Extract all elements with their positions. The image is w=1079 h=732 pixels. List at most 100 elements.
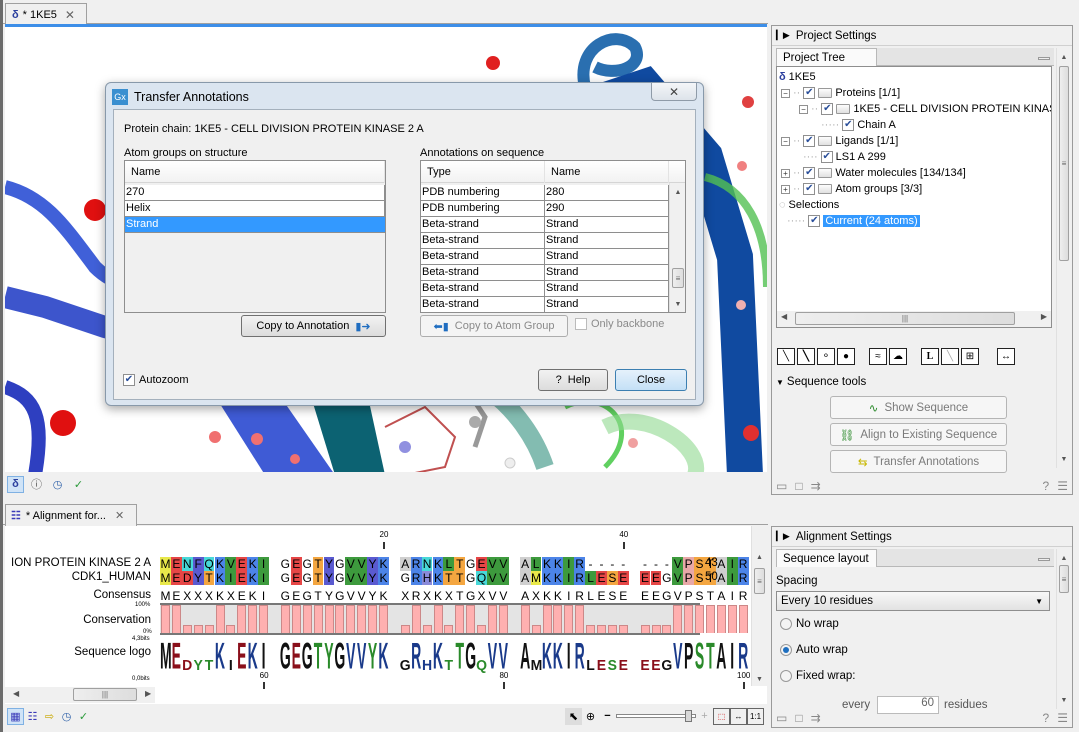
minimize-icon[interactable]	[1038, 558, 1050, 561]
residue[interactable]: V	[672, 557, 684, 571]
residue[interactable]: L	[443, 557, 455, 571]
residue[interactable]: K	[214, 557, 226, 571]
residue[interactable]: -	[661, 557, 672, 571]
table-row[interactable]: Beta-strand Strand	[421, 249, 669, 265]
copy-to-annotation-button[interactable]: Copy to Annotation ▮➜	[241, 315, 386, 337]
zoom-1-1-icon[interactable]: 1:1	[747, 707, 764, 725]
tab-project-tree[interactable]: Project Tree	[776, 48, 877, 66]
tree-node-current-selection[interactable]: ····· ✔ Current (24 atoms)	[787, 213, 920, 229]
scroll-up-arrow[interactable]: ▲	[1057, 50, 1071, 64]
scroll-thumb[interactable]: |||	[795, 312, 1015, 325]
table-row[interactable]: PDB numbering 280	[421, 185, 669, 201]
residue[interactable]: E	[170, 557, 182, 571]
minimize-icon[interactable]	[1038, 57, 1050, 60]
residue[interactable]: I	[563, 557, 575, 571]
residue[interactable]: Y	[367, 571, 378, 585]
residue[interactable]: A	[399, 557, 411, 571]
sequence-tools-section[interactable]: ▼ Sequence tools	[776, 374, 866, 390]
table-row[interactable]: Beta-strand Strand	[421, 297, 669, 312]
residue[interactable]: V	[225, 557, 237, 571]
tab-sequence-layout[interactable]: Sequence layout	[776, 549, 877, 567]
residue[interactable]: Y	[367, 557, 378, 571]
project-panel-scrollbar[interactable]: ▲ ≡ ▼	[1056, 48, 1071, 468]
collapse-icon[interactable]: −	[781, 136, 790, 146]
scroll-right-arrow[interactable]: ▶	[145, 689, 151, 698]
close-tab-icon[interactable]: ✕	[65, 8, 75, 22]
residue[interactable]: T	[454, 571, 466, 585]
residue[interactable]: P	[683, 557, 695, 571]
expand-icon[interactable]: +	[781, 184, 790, 194]
autozoom-checkbox[interactable]: ✔ Autozoom	[123, 374, 189, 386]
help-button[interactable]: ? Help	[538, 369, 608, 391]
table-row-selected[interactable]: Strand	[125, 217, 385, 233]
residue[interactable]: G	[661, 571, 673, 585]
residue[interactable]: K	[378, 557, 389, 571]
dialog-close-button[interactable]: ✕	[651, 83, 697, 101]
scroll-left-arrow[interactable]: ◀	[13, 689, 19, 698]
residue[interactable]: V	[487, 557, 498, 571]
settings-list-icon[interactable]: ☰	[1057, 479, 1068, 493]
scroll-left-arrow[interactable]: ◀	[781, 312, 787, 321]
residue[interactable]: -	[651, 557, 662, 571]
residue[interactable]: D	[181, 571, 193, 585]
residue[interactable]: E	[639, 571, 651, 585]
radio-no-wrap[interactable]: No wrap	[780, 618, 839, 630]
scroll-up-arrow[interactable]: ▲	[752, 550, 767, 564]
annotation-table-icon[interactable]: ☷	[24, 708, 41, 725]
residue[interactable]: E	[236, 557, 248, 571]
checkbox-checked-icon[interactable]: ✔	[820, 151, 833, 163]
checkbox-checked-icon[interactable]: ✔	[803, 135, 816, 147]
close-button[interactable]: Close	[615, 369, 687, 391]
zoom-out-icon[interactable]: −	[599, 708, 616, 725]
zoom-slider-handle[interactable]	[685, 710, 693, 722]
zoom-slider[interactable]	[616, 709, 696, 723]
residue[interactable]: E	[236, 571, 248, 585]
measure-distance-icon[interactable]: ↔	[997, 348, 1015, 365]
residue[interactable]: Y	[323, 571, 335, 585]
residue[interactable]: R	[737, 557, 749, 571]
scroll-right-arrow[interactable]: ▶	[1041, 312, 1047, 321]
alignment-view[interactable]: MENFQKVEKIGEGTYGVVYKARNKLTGEVVALKKIR----…	[5, 526, 767, 704]
validation-icon[interactable]: ✓	[75, 708, 92, 725]
residue[interactable]: G	[301, 571, 313, 585]
tree-node-proteins[interactable]: − ·· ✔ Proteins [1/1]	[781, 85, 900, 101]
checkbox-checked-icon[interactable]: ✔	[808, 215, 821, 227]
table-row[interactable]: Beta-strand Strand	[421, 217, 669, 233]
residue[interactable]: T	[312, 557, 324, 571]
scroll-up-arrow[interactable]: ▲	[670, 185, 685, 199]
residue[interactable]: M	[530, 571, 542, 585]
table-row[interactable]: 270	[125, 185, 385, 201]
residue[interactable]: G	[399, 571, 411, 585]
tree-node-ligands[interactable]: − ·· ✔ Ligands [1/1]	[781, 133, 898, 149]
table-row[interactable]: Beta-strand Strand	[421, 233, 669, 249]
ball-stick-style-icon[interactable]: ⚬	[817, 348, 835, 365]
residue[interactable]: V	[487, 571, 498, 585]
tree-node-atom-groups[interactable]: + ·· ✔ Atom groups [3/3]	[781, 181, 922, 197]
tree-node-selections[interactable]: ◌ Selections	[779, 197, 839, 213]
residue[interactable]: -	[596, 557, 607, 571]
cartoon-style-icon[interactable]: ≈	[869, 348, 887, 365]
minimize-panel-icon[interactable]: ▭	[776, 711, 787, 725]
residue[interactable]: N	[181, 557, 193, 571]
column-header-name[interactable]: Name	[125, 161, 385, 183]
residue[interactable]: T	[312, 571, 324, 585]
expand-icon[interactable]: +	[781, 168, 790, 178]
checkbox-checked-icon[interactable]: ✔	[803, 167, 816, 179]
residue[interactable]: V	[497, 557, 509, 571]
scroll-up-arrow[interactable]: ▲	[1057, 551, 1071, 565]
scroll-down-arrow[interactable]: ▼	[1057, 452, 1071, 466]
residue[interactable]: L	[530, 557, 542, 571]
residue[interactable]: I	[225, 571, 237, 585]
align-to-existing-sequence-button[interactable]: ⛓ Align to Existing Sequence	[830, 423, 1007, 446]
tree-node-ligand-entry[interactable]: ···· ✔ LS1 A 299	[803, 149, 886, 165]
residue[interactable]: K	[247, 557, 259, 571]
residue[interactable]: E	[290, 571, 302, 585]
scroll-thumb[interactable]: ≡	[1059, 565, 1069, 593]
residue[interactable]: I	[726, 571, 738, 585]
sequence-name-1[interactable]: ION PROTEIN KINASE 2 A	[5, 557, 151, 569]
copy-to-atom-group-button[interactable]: ⬅▮ Copy to Atom Group	[420, 315, 568, 337]
residue[interactable]: R	[737, 571, 749, 585]
zoom-in-tool-icon[interactable]: ⊕	[582, 708, 599, 725]
residue[interactable]: R	[410, 571, 422, 585]
residue[interactable]: H	[421, 571, 433, 585]
